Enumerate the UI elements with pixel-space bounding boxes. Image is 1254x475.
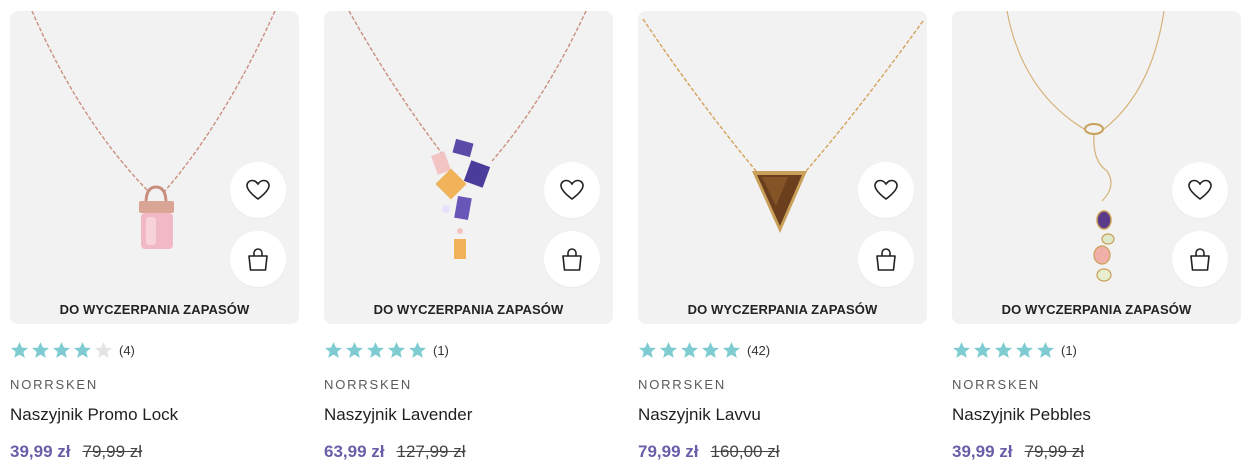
brand-name: NORRSKEN: [324, 377, 413, 392]
stock-label: DO WYCZERPANIA ZAPASÓW: [1001, 302, 1192, 317]
star-icon: [11, 341, 28, 358]
original-price: 127,99 zł: [396, 442, 466, 461]
wishlist-button[interactable]: [1172, 162, 1228, 218]
shopping-bag-icon: [1190, 248, 1210, 271]
heart-icon: [560, 179, 584, 201]
sale-price: 79,99 zł: [638, 442, 699, 461]
star-icon: [681, 341, 698, 358]
star-icon: [32, 341, 49, 358]
rating: (1): [952, 340, 1241, 360]
star-icon: [53, 341, 70, 358]
product-name[interactable]: Naszyjnik Lavvu: [638, 405, 927, 425]
wishlist-button[interactable]: [544, 162, 600, 218]
original-price: 160,00 zł: [710, 442, 780, 461]
brand-name: NORRSKEN: [10, 377, 99, 392]
review-count[interactable]: (1): [1061, 343, 1077, 358]
rating-stars: [10, 341, 113, 360]
add-to-cart-button[interactable]: [230, 231, 286, 287]
star-icon: [702, 341, 719, 358]
stock-label: DO WYCZERPANIA ZAPASÓW: [373, 302, 564, 317]
product-image[interactable]: DO WYCZERPANIA ZAPASÓW: [324, 11, 613, 324]
price-block: 79,99 zł 160,00 zł: [638, 442, 927, 462]
add-to-cart-button[interactable]: [858, 231, 914, 287]
star-icon: [723, 341, 740, 358]
star-icon: [660, 341, 677, 358]
star-icon: [346, 341, 363, 358]
sale-price: 63,99 zł: [324, 442, 385, 461]
original-price: 79,99 zł: [82, 442, 143, 461]
rating-stars: [324, 341, 427, 360]
product-name[interactable]: Naszyjnik Pebbles: [952, 405, 1241, 425]
star-icon: [639, 341, 656, 358]
star-icon: [974, 341, 991, 358]
heart-icon: [874, 179, 898, 201]
review-count[interactable]: (1): [433, 343, 449, 358]
star-icon: [74, 341, 91, 358]
stock-label: DO WYCZERPANIA ZAPASÓW: [687, 302, 878, 317]
star-icon: [953, 341, 970, 358]
price-block: 39,99 zł 79,99 zł: [10, 442, 299, 462]
star-icon: [325, 341, 342, 358]
sale-price: 39,99 zł: [952, 442, 1013, 461]
heart-icon: [246, 179, 270, 201]
review-count[interactable]: (42): [747, 343, 770, 358]
product-image[interactable]: DO WYCZERPANIA ZAPASÓW: [638, 11, 927, 324]
rating-stars: [952, 341, 1055, 360]
shopping-bag-icon: [562, 248, 582, 271]
rating: (4): [10, 340, 299, 360]
rating: (42): [638, 340, 927, 360]
product-card[interactable]: DO WYCZERPANIA ZAPASÓW (42) NORRSKEN Nas…: [638, 11, 927, 462]
product-card[interactable]: DO WYCZERPANIA ZAPASÓW (4) NORRSKEN Nasz…: [10, 11, 299, 462]
star-icon: [1037, 341, 1054, 358]
shopping-bag-icon: [876, 248, 896, 271]
product-name[interactable]: Naszyjnik Lavender: [324, 405, 613, 425]
product-card[interactable]: DO WYCZERPANIA ZAPASÓW (1) NORRSKEN Nasz…: [324, 11, 613, 462]
product-image[interactable]: DO WYCZERPANIA ZAPASÓW: [952, 11, 1241, 324]
product-name[interactable]: Naszyjnik Promo Lock: [10, 405, 299, 425]
sale-price: 39,99 zł: [10, 442, 71, 461]
wishlist-button[interactable]: [858, 162, 914, 218]
product-grid: DO WYCZERPANIA ZAPASÓW (4) NORRSKEN Nasz…: [10, 11, 1241, 462]
product-card[interactable]: DO WYCZERPANIA ZAPASÓW (1) NORRSKEN Nasz…: [952, 11, 1241, 462]
review-count[interactable]: (4): [119, 343, 135, 358]
star-icon: [388, 341, 405, 358]
brand-name: NORRSKEN: [952, 377, 1041, 392]
star-icon: [95, 341, 112, 358]
add-to-cart-button[interactable]: [1172, 231, 1228, 287]
price-block: 63,99 zł 127,99 zł: [324, 442, 613, 462]
heart-icon: [1188, 179, 1212, 201]
brand-name: NORRSKEN: [638, 377, 727, 392]
rating-stars: [638, 341, 741, 360]
star-icon: [1016, 341, 1033, 358]
product-image[interactable]: DO WYCZERPANIA ZAPASÓW: [10, 11, 299, 324]
wishlist-button[interactable]: [230, 162, 286, 218]
star-icon: [409, 341, 426, 358]
star-icon: [367, 341, 384, 358]
price-block: 39,99 zł 79,99 zł: [952, 442, 1241, 462]
stock-label: DO WYCZERPANIA ZAPASÓW: [59, 302, 250, 317]
shopping-bag-icon: [248, 248, 268, 271]
star-icon: [995, 341, 1012, 358]
add-to-cart-button[interactable]: [544, 231, 600, 287]
rating: (1): [324, 340, 613, 360]
original-price: 79,99 zł: [1024, 442, 1085, 461]
